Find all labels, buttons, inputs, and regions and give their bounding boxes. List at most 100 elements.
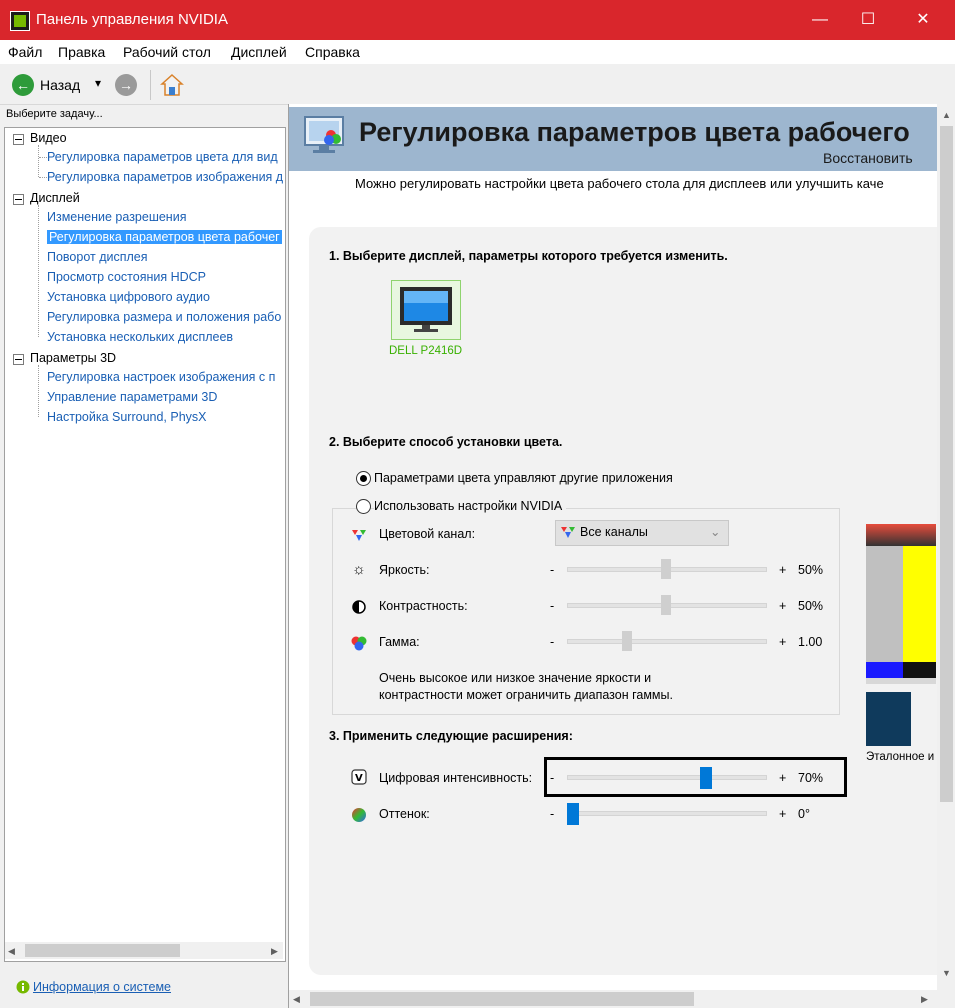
scrollbar-thumb[interactable] [25,944,180,957]
brightness-value: 50% [798,563,824,577]
channel-label: Цветовой канал: [379,527,476,541]
home-icon[interactable] [160,73,184,97]
radio-other-apps-label[interactable]: Параметрами цвета управляют другие прило… [374,471,673,485]
hue-value: 0° [798,807,810,821]
tree-connector [39,177,47,178]
brightness-label: Яркость: [379,563,430,577]
brightness-thumb[interactable] [661,559,671,579]
monitor-icon [400,287,452,332]
tree-connector [38,145,39,177]
gamma-thumb[interactable] [622,631,632,651]
tree-connector [38,365,39,417]
scrollbar-thumb[interactable] [310,992,694,1006]
tree-item-video-color[interactable]: Регулировка параметров цвета для вид [47,150,278,164]
channel-dropdown[interactable]: Все каналы ⌄ [555,520,729,546]
page-description: Можно регулировать настройки цвета рабоч… [355,176,884,191]
right-vertical-scrollbar[interactable]: ▲ ▼ [937,104,955,990]
contrast-value: 50% [798,599,824,613]
forward-arrow-icon[interactable]: → [115,74,137,96]
highlight-box [544,757,847,797]
menu-edit[interactable]: Правка [58,44,105,60]
step2-heading: 2. Выберите способ установки цвета. [329,435,563,449]
scroll-up-icon[interactable]: ▲ [942,110,951,120]
page-title: Регулировка параметров цвета рабочего [359,117,910,147]
radio-nvidia[interactable] [356,499,371,514]
tree-group-3d[interactable]: Параметры 3D [30,351,116,365]
gamma-minus: - [550,635,555,649]
left-horizontal-scrollbar[interactable]: ◀ ▶ [5,942,283,959]
restore-link[interactable]: Восстановить [823,150,913,166]
hue-thumb[interactable] [567,803,579,825]
menu-desktop[interactable]: Рабочий стол [123,44,211,60]
scrollbar-thumb[interactable] [940,126,953,802]
menu-display[interactable]: Дисплей [231,44,287,60]
contrast-minus: - [550,599,555,613]
gamma-icon [351,636,367,651]
radio-nvidia-label[interactable]: Использовать настройки NVIDIA [374,499,567,513]
gamma-slider[interactable] [567,639,767,644]
radio-other-apps[interactable] [356,471,371,486]
scroll-right-icon[interactable]: ▶ [921,994,928,1005]
system-info-link[interactable]: Информация о системе [33,980,171,994]
content-pane: Регулировка параметров цвета рабочего Во… [288,104,955,1008]
tree-item-size-position[interactable]: Регулировка размера и положения рабо [47,310,281,324]
close-button[interactable]: ✕ [900,0,946,40]
tree-item-resolution[interactable]: Изменение разрешения [47,210,186,224]
hue-slider[interactable] [567,811,767,816]
gamma-label: Гамма: [379,635,420,649]
tree-item-rotate[interactable]: Поворот дисплея [47,250,148,264]
maximize-button[interactable]: ☐ [845,0,891,40]
tree-item-desktop-color[interactable]: Регулировка параметров цвета рабочег [47,230,282,244]
tree-item-multi-display[interactable]: Установка нескольких дисплеев [47,330,233,344]
tree-item-video-image[interactable]: Регулировка параметров изображения д [47,170,283,184]
back-arrow-icon[interactable]: ← [12,74,34,96]
page-header: Регулировка параметров цвета рабочего Во… [289,107,937,171]
collapse-display-icon[interactable] [13,194,24,205]
tree-item-audio[interactable]: Установка цифрового аудио [47,290,210,304]
scroll-right-icon[interactable]: ▶ [271,946,278,957]
scroll-left-icon[interactable]: ◀ [8,946,15,957]
task-label: Выберите задачу... [6,108,103,120]
menu-bar: Файл Правка Рабочий стол Дисплей Справка [0,40,955,64]
title-bar: Панель управления NVIDIA — ☐ ✕ [0,0,955,40]
contrast-thumb[interactable] [661,595,671,615]
gamma-value: 1.00 [798,635,823,649]
collapse-video-icon[interactable] [13,134,24,145]
hue-minus: - [550,807,555,821]
back-button[interactable]: Назад [40,77,80,93]
tree-item-hdcp[interactable]: Просмотр состояния HDCP [47,270,206,284]
reference-label: Эталонное и [866,751,935,763]
window-title: Панель управления NVIDIA [36,11,228,28]
tree-item-3d-image[interactable]: Регулировка настроек изображения с п [47,370,275,384]
brightness-minus: - [550,563,555,577]
color-channel-icon [561,527,575,538]
display-selector[interactable] [391,280,461,340]
menu-file[interactable]: Файл [8,44,42,60]
info-icon [16,980,30,994]
scroll-left-icon[interactable]: ◀ [293,994,300,1005]
reference-swatch [866,692,911,746]
warning-line-2: контрастности может ограничить диапазон … [379,688,673,702]
nvidia-app-icon [10,11,30,31]
warning-line-1: Очень высокое или низкое значение яркост… [379,671,652,685]
hue-icon [352,808,366,822]
tree-group-display[interactable]: Дисплей [30,191,80,205]
menu-help[interactable]: Справка [305,44,360,60]
tree-group-video[interactable]: Видео [30,131,67,145]
back-dropdown-icon[interactable]: ▾ [95,76,101,90]
tree-connector [38,205,39,337]
contrast-icon [352,600,366,614]
step1-heading: 1. Выберите дисплей, параметры которого … [329,249,728,263]
contrast-plus: + [779,599,787,613]
display-name: DELL P2416D [389,345,463,357]
tree-connector [39,157,47,158]
gamma-plus: + [779,635,787,649]
tree-item-3d-manage[interactable]: Управление параметрами 3D [47,390,217,404]
scroll-down-icon[interactable]: ▼ [942,968,951,978]
tree-item-surround[interactable]: Настройка Surround, PhysX [47,410,207,424]
minimize-button[interactable]: — [797,0,843,40]
collapse-3d-icon[interactable] [13,354,24,365]
toolbar-divider [150,70,151,100]
vibrance-icon: V [351,769,367,785]
right-horizontal-scrollbar[interactable]: ◀ ▶ [289,990,955,1008]
